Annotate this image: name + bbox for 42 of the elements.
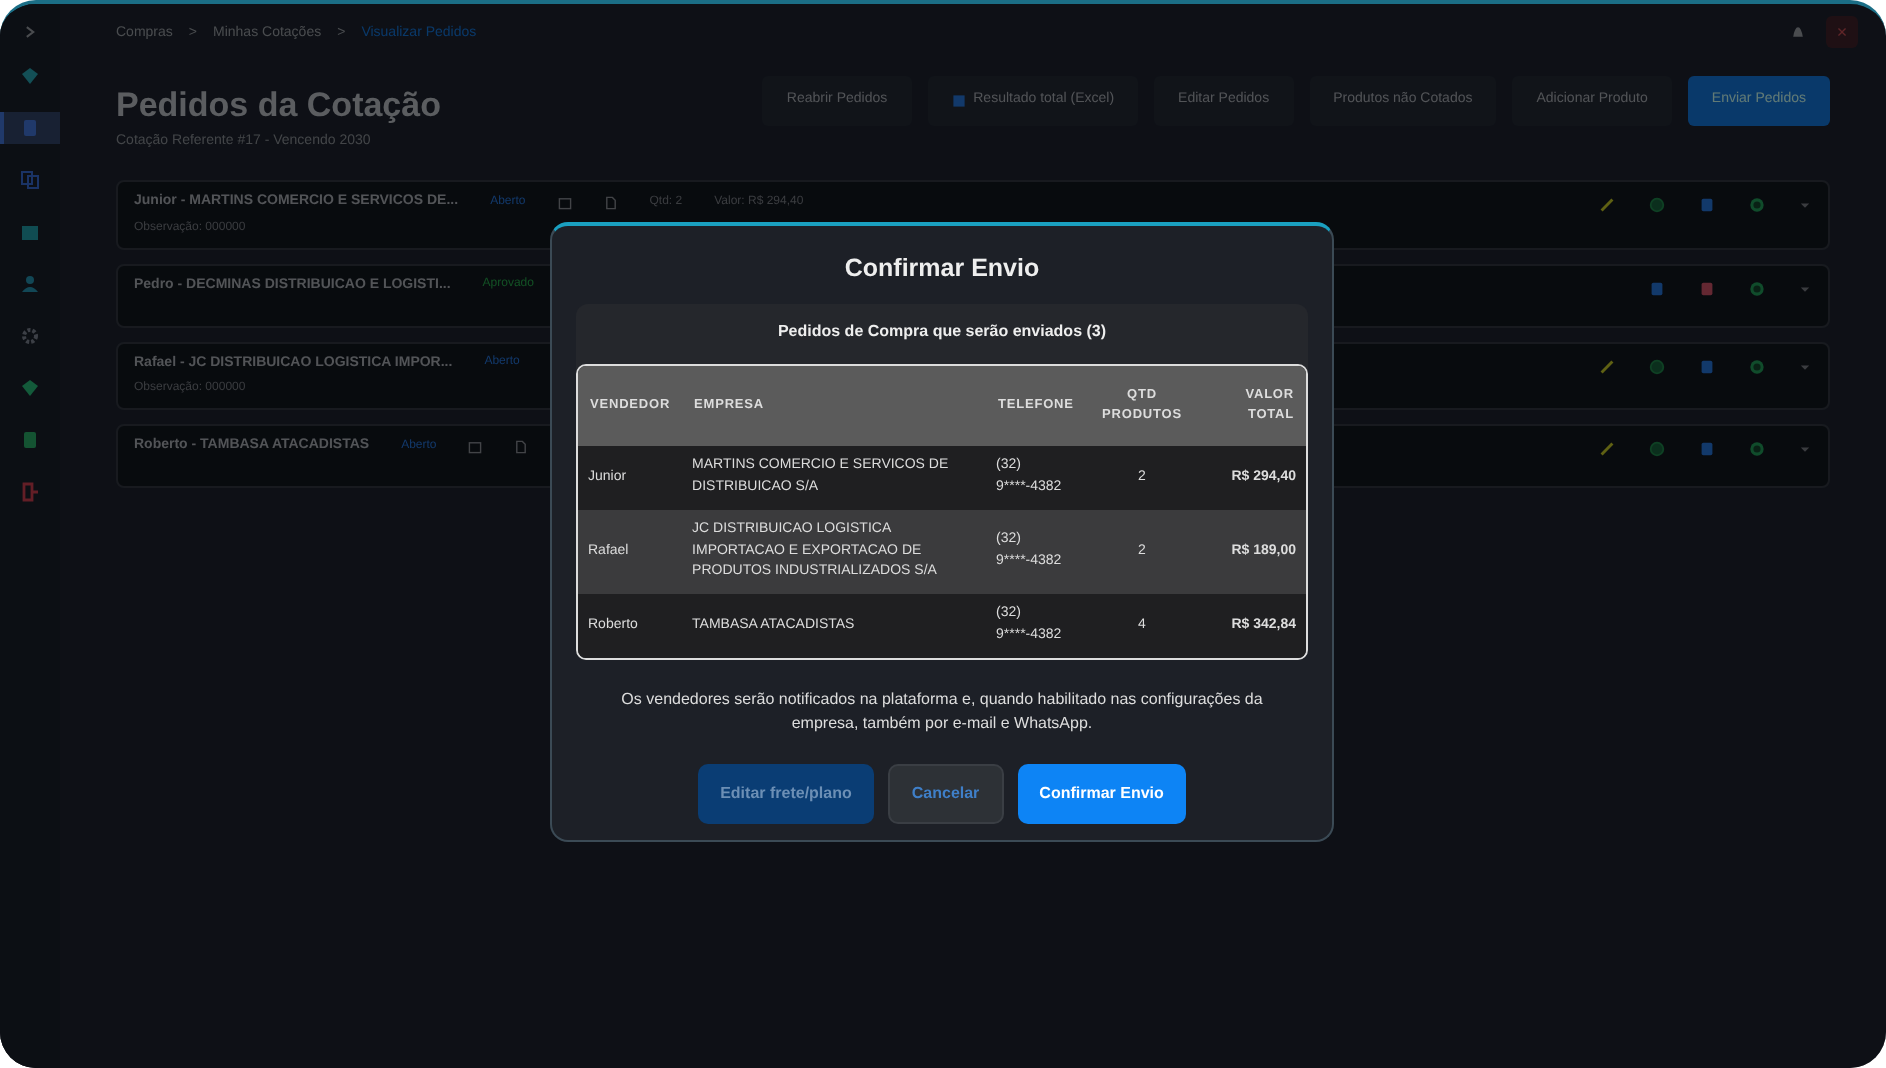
box-icon[interactable] [20, 222, 40, 242]
caret-icon[interactable] [1798, 442, 1812, 456]
file-icon[interactable] [603, 195, 618, 210]
close-button[interactable]: × [1826, 16, 1858, 48]
pencil-icon[interactable] [1598, 196, 1616, 214]
circle-icon[interactable] [1648, 440, 1666, 458]
copy-icon[interactable] [20, 170, 40, 190]
modal-title: Confirmar Envio [842, 252, 1042, 286]
modal-button[interactable]: Cancelar [887, 763, 1004, 824]
document-icon[interactable] [1698, 440, 1716, 458]
circle-icon[interactable] [1648, 196, 1666, 214]
info-text: Os vendedores serão notificados na plataforma e, quando habilitado nas configurações da empresa, também por e-mail e WhatsApp. [619, 687, 1265, 737]
file-icon[interactable] [514, 439, 529, 454]
sidebar-item[interactable] [0, 112, 60, 144]
modal-button[interactable]: Confirmar Envio [1017, 763, 1186, 824]
pencil-icon[interactable] [1598, 357, 1616, 375]
calendar-icon[interactable] [468, 439, 483, 454]
diamond-icon[interactable] [20, 66, 40, 86]
diamond-icon[interactable] [20, 378, 40, 398]
document-icon[interactable] [1648, 279, 1666, 297]
document-icon[interactable] [20, 430, 40, 450]
caret-icon[interactable] [1798, 198, 1812, 212]
spreadsheet-icon [951, 93, 966, 108]
chat-icon[interactable] [1748, 279, 1766, 297]
document-icon[interactable] [20, 118, 40, 138]
chat-icon[interactable] [1748, 196, 1766, 214]
settings-icon[interactable] [20, 326, 40, 346]
calendar-icon[interactable] [557, 195, 572, 210]
chat-icon[interactable] [1748, 357, 1766, 375]
trash-icon[interactable] [1698, 279, 1716, 297]
page-title: Pedidos da Cotação [116, 84, 441, 128]
document-icon[interactable] [1698, 357, 1716, 375]
chat-icon[interactable] [1748, 440, 1766, 458]
table-heading: Pedidos de Compra que serão enviados (3) [775, 319, 1109, 344]
circle-icon[interactable] [1648, 357, 1666, 375]
user-icon[interactable] [20, 274, 40, 294]
bell-icon[interactable] [1790, 24, 1806, 40]
modal-button[interactable]: Editar frete/plano [698, 763, 874, 824]
chevron-icon[interactable] [22, 24, 38, 40]
pencil-icon[interactable] [1598, 440, 1616, 458]
logout-icon[interactable] [20, 482, 40, 502]
document-icon[interactable] [1698, 196, 1716, 214]
